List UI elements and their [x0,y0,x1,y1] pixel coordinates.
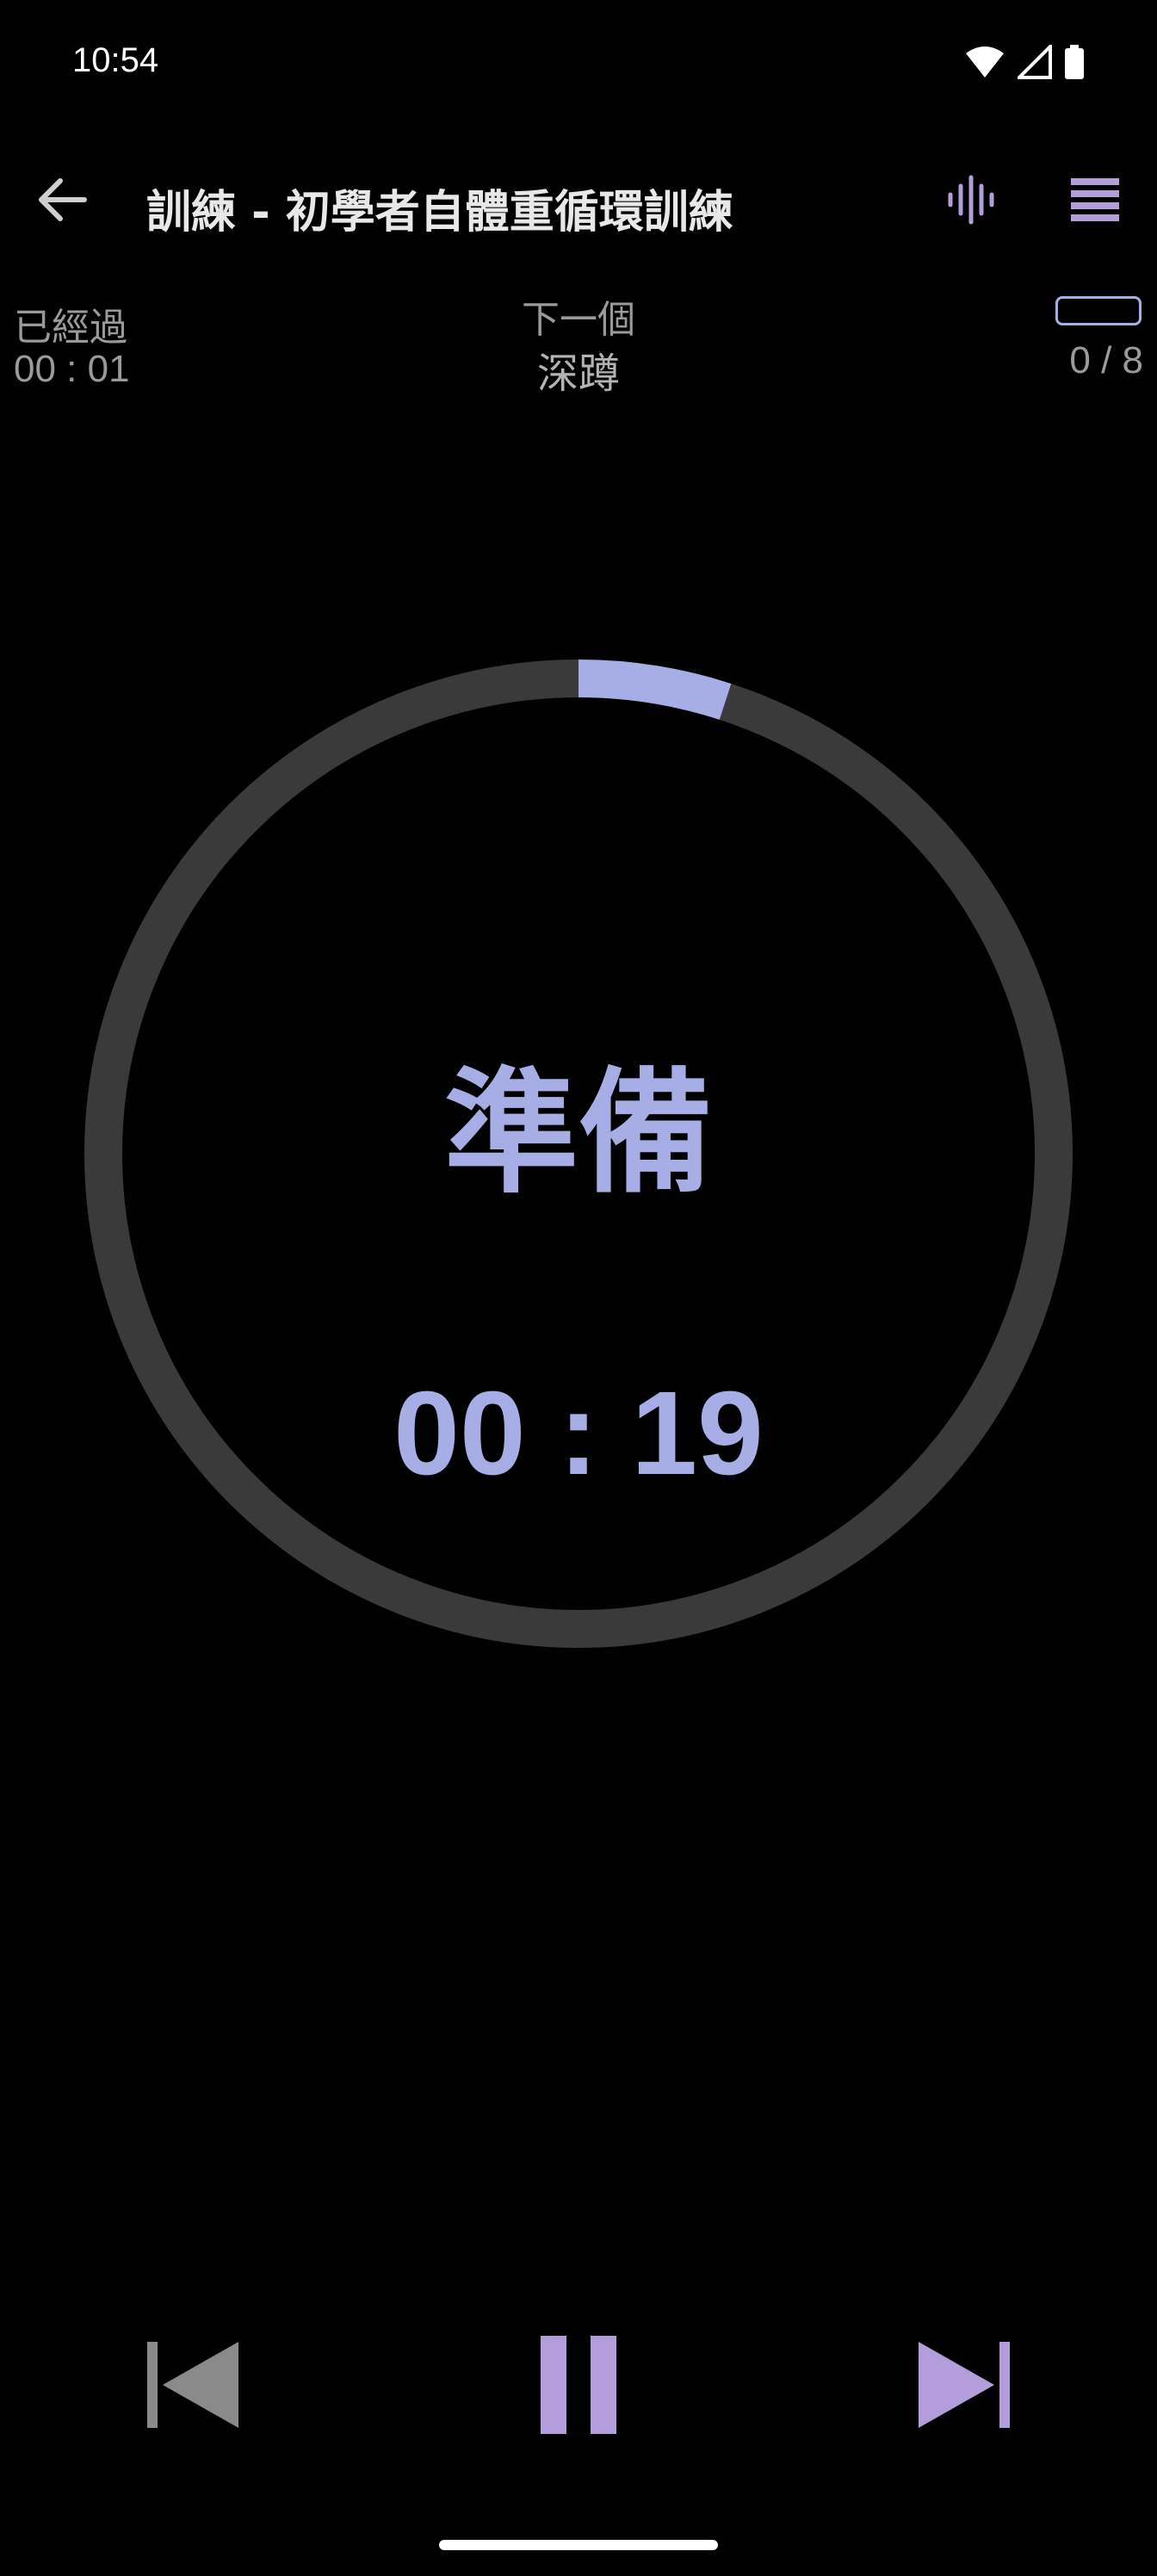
next-exercise: 下一個 深蹲 [406,296,751,403]
skip-next-icon [917,2340,1012,2433]
workout-progress-bar [1055,296,1142,325]
menu-icon [1069,176,1121,226]
countdown-timer: 00 : 19 [393,1367,764,1500]
phase-label: 準備 [444,1055,713,1211]
wifi-icon [964,45,1005,83]
next-button[interactable] [904,2326,1024,2447]
battery-icon [1064,45,1085,83]
status-time: 10:54 [72,41,159,79]
menu-button[interactable] [1064,170,1126,232]
back-button[interactable] [31,170,93,232]
previous-button[interactable] [133,2326,253,2447]
elapsed-label: 已經過 [14,306,127,350]
audio-wave-icon [945,174,997,229]
back-arrow-icon [36,176,88,227]
audio-button[interactable] [940,170,1002,232]
workout-progress-count: 0 / 8 [1069,339,1143,381]
pause-icon [539,2334,618,2439]
status-icons [964,42,1085,83]
pause-button[interactable] [518,2326,639,2447]
signal-icon [1015,42,1052,83]
home-indicator[interactable] [439,2540,718,2550]
next-label: 下一個 [522,298,635,342]
skip-previous-icon [145,2340,240,2433]
page-title: 訓練 - 初學者自體重循環訓練 [146,187,733,238]
next-exercise-name: 深蹲 [536,350,620,398]
elapsed-value: 00 : 01 [14,348,130,390]
